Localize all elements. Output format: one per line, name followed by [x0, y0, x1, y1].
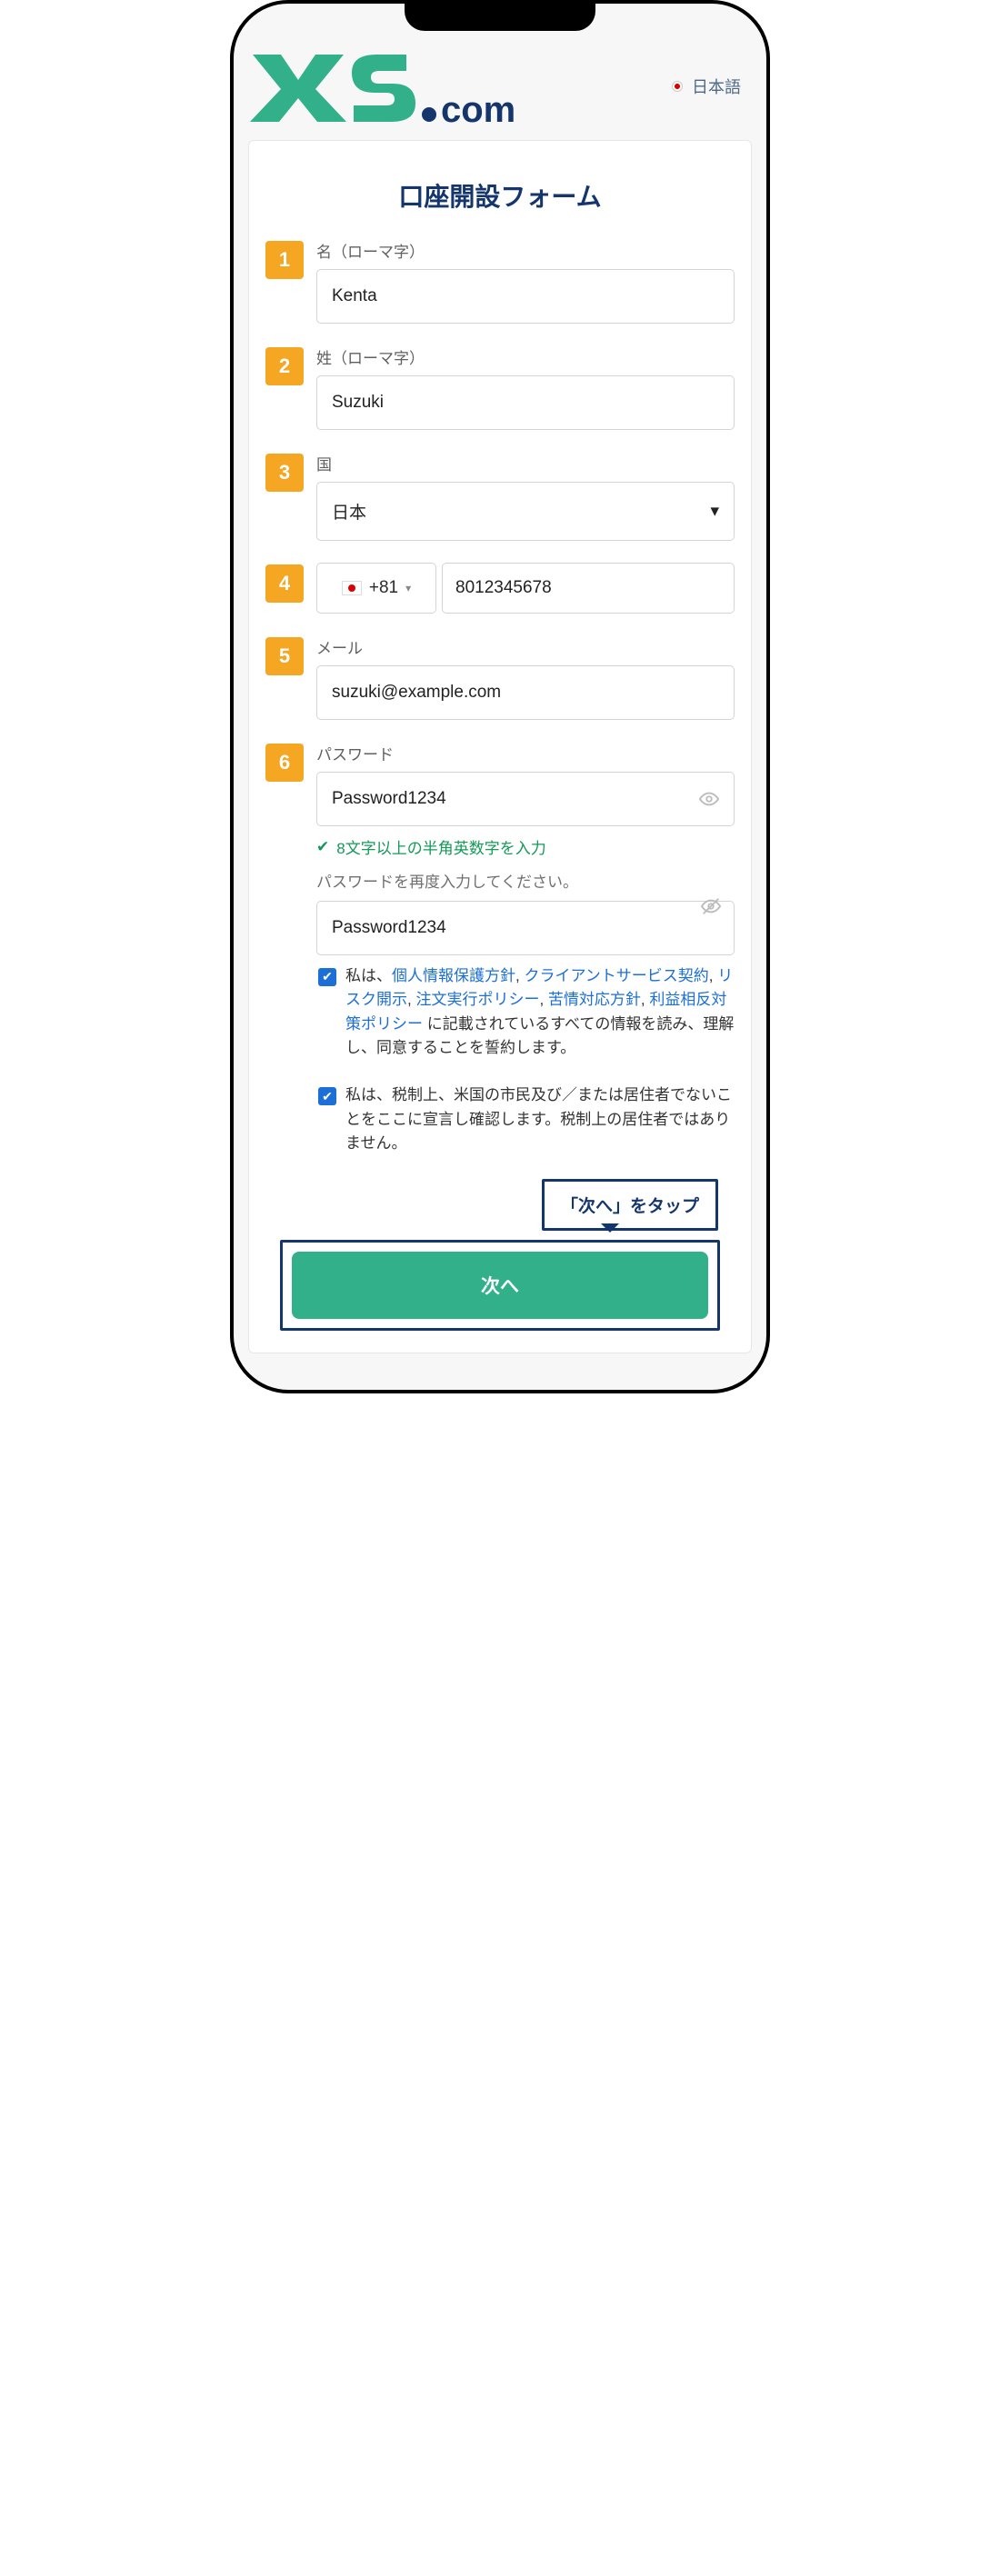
step-number: 1 [265, 241, 304, 279]
last-name-label: 姓（ローマ字） [316, 345, 735, 368]
logo: com [250, 49, 523, 124]
last-name-input[interactable]: Suzuki [316, 375, 735, 430]
consent-link[interactable]: 注文実行ポリシー [415, 991, 539, 1008]
last-name-value: Suzuki [332, 393, 384, 413]
step-number: 2 [265, 347, 304, 385]
logo-svg: com [250, 49, 523, 124]
email-label: メール [316, 635, 735, 658]
chevron-down-icon: ▾ [405, 582, 411, 594]
phone-number-input[interactable]: 8012345678 [442, 563, 735, 614]
field-country: 3 国 日本 ▾ [265, 452, 735, 541]
country-label: 国 [316, 452, 735, 474]
form-card: 口座開設フォーム 1 名（ローマ字） Kenta 2 姓（ローマ字） Suzuk… [248, 140, 752, 1353]
submit-button[interactable]: 次へ [292, 1252, 708, 1319]
password-label: パスワード [316, 742, 735, 764]
first-name-label: 名（ローマ字） [316, 239, 735, 262]
country-value: 日本 [332, 499, 366, 524]
country-select[interactable]: 日本 ▾ [316, 482, 735, 541]
callout-wrap: 「次へ」をタップ [282, 1179, 718, 1231]
step-number: 4 [265, 564, 304, 603]
phone-country-code[interactable]: +81 ▾ [316, 563, 436, 614]
step-number: 6 [265, 744, 304, 782]
consent-1-text: 私は、個人情報保護方針, クライアントサービス契約, リスク開示, 注文実行ポリ… [345, 964, 735, 1060]
email-input[interactable]: suzuki@example.com [316, 665, 735, 720]
flag-icon [672, 81, 683, 92]
consent-2-text: 私は、税制上、米国の市民及び／または居住者でないことをここに宣言し確認します。税… [345, 1083, 735, 1155]
consent-link[interactable]: 個人情報保護方針 [392, 967, 515, 984]
eye-icon[interactable] [699, 789, 719, 809]
language-label: 日本語 [692, 75, 741, 98]
email-value: suzuki@example.com [332, 683, 501, 703]
callout: 「次へ」をタップ [542, 1179, 718, 1231]
consent-2-checkbox[interactable]: ✔ [318, 1087, 336, 1105]
password-hint-ok-text: 8文字以上の半角英数字を入力 [336, 835, 545, 858]
field-password: 6 パスワード Password1234 ✔ 8文字以上の半角英数字を入力 パス… [265, 742, 735, 955]
phone-frame: com 日本語 口座開設フォーム 1 名（ローマ字） Kenta 2 姓（ローマ… [230, 0, 770, 1393]
first-name-value: Kenta [332, 286, 377, 306]
password-hint-ok: ✔ 8文字以上の半角英数字を入力 [316, 835, 735, 858]
consent-2: ✔ 私は、税制上、米国の市民及び／または居住者でないことをここに宣言し確認します… [318, 1083, 735, 1155]
form-title: 口座開設フォーム [265, 177, 735, 214]
svg-text:com: com [441, 90, 515, 124]
language-selector[interactable]: 日本語 [672, 75, 741, 98]
consent-1-checkbox[interactable]: ✔ [318, 968, 336, 986]
field-phone: 4 +81 ▾ 8012345678 [265, 563, 735, 614]
submit-highlight: 次へ [280, 1240, 720, 1331]
step-number: 3 [265, 454, 304, 492]
phone-number-value: 8012345678 [455, 578, 552, 597]
password-confirm-value: Password1234 [332, 918, 446, 938]
field-first-name: 1 名（ローマ字） Kenta [265, 239, 735, 324]
field-last-name: 2 姓（ローマ字） Suzuki [265, 345, 735, 430]
chevron-down-icon: ▾ [710, 501, 719, 522]
consent-link[interactable]: クライアントサービス契約 [524, 967, 708, 984]
step-number: 5 [265, 637, 304, 675]
first-name-input[interactable]: Kenta [316, 269, 735, 324]
password-value: Password1234 [332, 789, 446, 809]
consent-link[interactable]: 苦情対応方針 [548, 991, 641, 1008]
password-input[interactable]: Password1234 [316, 772, 735, 826]
consent-1: ✔ 私は、個人情報保護方針, クライアントサービス契約, リスク開示, 注文実行… [318, 964, 735, 1060]
phone-notch [405, 2, 595, 31]
check-icon: ✔ [316, 838, 329, 856]
field-email: 5 メール suzuki@example.com [265, 635, 735, 720]
password-confirm-input[interactable]: Password1234 [316, 901, 735, 955]
eye-off-icon[interactable] [701, 896, 721, 916]
password-confirm-label: パスワードを再度入力してください。 [316, 869, 735, 892]
phone-code-value: +81 [369, 578, 398, 598]
flag-jp-icon [342, 581, 362, 595]
